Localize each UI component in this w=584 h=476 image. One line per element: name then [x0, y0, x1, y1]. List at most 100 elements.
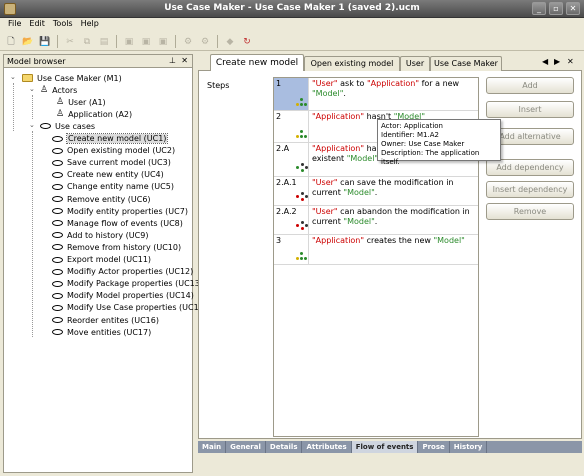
history-icon[interactable]: ↻ — [240, 35, 254, 49]
tab-right-icon[interactable]: ▶ — [554, 57, 560, 66]
tree-use-cases[interactable]: Use cases — [40, 120, 95, 132]
step-row[interactable]: 2.A.2 "User" can abandon the modification… — [274, 206, 478, 235]
editor-panel: Open existing model User Use Case Maker … — [198, 54, 582, 473]
tree-use-case-item[interactable]: Add to history (UC9) — [52, 229, 148, 241]
open-folder-icon[interactable]: 📂 — [21, 35, 35, 49]
step-row[interactable]: 2.A.1 "User" can save the modification in… — [274, 177, 478, 206]
add-package-icon[interactable]: ▣ — [122, 35, 136, 49]
tab-left-icon[interactable]: ◀ — [542, 57, 548, 66]
tag-icon[interactable]: ◆ — [223, 35, 237, 49]
model-ref: "Model" — [346, 154, 379, 163]
remove-button[interactable]: Remove — [486, 203, 574, 220]
model-ref: "Model" — [433, 236, 465, 245]
collapse-icon[interactable]: ⌄ — [29, 85, 35, 93]
tree-actor-item[interactable]: ♙ User (A1) — [56, 96, 106, 108]
tree-actors[interactable]: ♙ Actors — [40, 84, 77, 96]
menu-file[interactable]: File — [4, 18, 25, 32]
close-icon[interactable]: ✕ — [181, 56, 188, 65]
tab-user[interactable]: User — [400, 56, 430, 71]
close-button[interactable]: ✕ — [566, 2, 580, 15]
collapse-icon[interactable]: ⌄ — [10, 73, 16, 81]
step-text[interactable]: "User" can save the modification in curr… — [312, 178, 476, 198]
tree-line — [32, 95, 33, 120]
add-dependency-button[interactable]: Add dependency — [486, 159, 574, 176]
tree-use-case-item[interactable]: Remove entity (UC6) — [52, 193, 151, 205]
tree-use-case-item[interactable]: Modify entity properties (UC7) — [52, 205, 188, 217]
tree-use-case-item[interactable]: Manage flow of events (UC8) — [52, 217, 183, 229]
tree-use-case-item[interactable]: Move entities (UC17) — [52, 326, 151, 338]
tab-open-existing-model[interactable]: Open existing model — [304, 56, 400, 71]
step-text[interactable]: "Application" creates the new "Model" — [312, 236, 476, 246]
actor-icon: ♙ — [56, 96, 65, 107]
steps-label: Steps — [207, 81, 230, 90]
bottom-tab-history[interactable]: History — [450, 441, 488, 453]
tab-use-case-maker[interactable]: Use Case Maker — [430, 56, 502, 71]
tree-use-case-item[interactable]: Modify Model properties (UC14) — [52, 290, 194, 302]
cut-icon[interactable]: ✂ — [63, 35, 77, 49]
bottom-tab-flow-of-events[interactable]: Flow of events — [351, 441, 419, 453]
bottom-tab-main[interactable]: Main — [198, 441, 227, 453]
close-tab-icon[interactable]: ✕ — [567, 57, 574, 66]
menu-tools[interactable]: Tools — [49, 18, 77, 32]
step-number-cell: 2.A — [274, 143, 309, 176]
actor-ref: "User" — [312, 207, 338, 216]
tree-actor-item[interactable]: ♙ Application (A2) — [56, 108, 132, 120]
tree-use-case-item[interactable]: Modify Package properties (UC13) — [52, 278, 203, 290]
maximize-button[interactable]: ▫ — [549, 2, 563, 15]
step-text-part: for a new — [419, 79, 460, 88]
new-file-icon[interactable]: 🗋 — [4, 35, 18, 49]
step-row[interactable]: 1 "User" ask to "Application" for a new "… — [274, 78, 478, 111]
bottom-tab-prose[interactable]: Prose — [418, 441, 450, 453]
tree-use-case-item[interactable]: Create new entity (UC4) — [52, 169, 164, 181]
paste-icon[interactable]: ▤ — [97, 35, 111, 49]
step-text[interactable]: "User" ask to "Application" for a new "M… — [312, 79, 476, 99]
actor-icon: ♙ — [56, 108, 65, 119]
use-case-icon — [52, 244, 63, 251]
add-actor-icon[interactable]: ▣ — [139, 35, 153, 49]
tool-icon[interactable]: ⚙ — [198, 35, 212, 49]
menu-edit[interactable]: Edit — [25, 18, 49, 32]
bottom-tab-attributes[interactable]: Attributes — [302, 441, 352, 453]
menu-help[interactable]: Help — [77, 18, 103, 32]
actor-ref: "User" — [312, 79, 338, 88]
use-case-icon — [52, 220, 63, 227]
use-case-icon — [52, 159, 63, 166]
tool-icon[interactable]: ⚙ — [181, 35, 195, 49]
use-case-icon — [52, 232, 63, 239]
step-number: 1 — [276, 79, 282, 88]
step-number-cell: 2.A.2 — [274, 206, 309, 234]
bottom-tab-general[interactable]: General — [226, 441, 266, 453]
title-bar: Use Case Maker - Use Case Maker 1 (saved… — [0, 0, 584, 18]
tree-use-case-item[interactable]: Save current model (UC3) — [52, 157, 171, 169]
add-use-case-icon[interactable]: ▣ — [156, 35, 170, 49]
pin-icon[interactable]: ⊥ — [169, 56, 176, 65]
minimize-button[interactable]: _ — [532, 2, 546, 15]
model-browser-panel: Model browser ⊥ ✕ Use Case Maker (M1) ⌄ ♙ A… — [3, 54, 207, 473]
collapse-icon[interactable]: ⌄ — [29, 121, 35, 129]
tab-create-new-model[interactable]: Create new model — [210, 54, 304, 72]
copy-icon[interactable]: ⧉ — [80, 35, 94, 49]
toolbar-separator — [57, 35, 58, 48]
model-ref: "Model" — [343, 217, 375, 226]
save-icon[interactable]: 💾 — [38, 35, 52, 49]
step-row[interactable]: 3 "Application" creates the new "Model" — [274, 235, 478, 265]
folder-icon — [22, 74, 33, 82]
model-browser-header: Model browser ⊥ ✕ — [4, 55, 192, 68]
tree-use-case-item[interactable]: Modifiy Actor properties (UC12) — [52, 266, 193, 278]
actor-tooltip: Actor: Application Identifier: M1.A2 Own… — [377, 119, 501, 166]
insert-dependency-button[interactable]: Insert dependency — [486, 181, 574, 198]
tree-use-case-item[interactable]: Create new model (UC1) — [52, 133, 169, 145]
tree-use-case-item[interactable]: Remove from history (UC10) — [52, 241, 181, 253]
tree-use-case-item[interactable]: Open existing model (UC2) — [52, 145, 175, 157]
tree-use-case-item[interactable]: Reorder entites (UC16) — [52, 314, 159, 326]
tree-use-case-item[interactable]: Export model (UC11) — [52, 254, 151, 266]
tree-use-case-item[interactable]: Modify Use Case properties (UC15) — [52, 302, 207, 314]
bottom-tab-details[interactable]: Details — [266, 441, 303, 453]
add-button[interactable]: Add — [486, 77, 574, 94]
insert-button[interactable]: Insert — [486, 101, 574, 118]
tree-root[interactable]: Use Case Maker (M1) — [22, 72, 122, 84]
step-text[interactable]: "User" can abandon the modification in c… — [312, 207, 476, 227]
step-icon — [296, 250, 308, 262]
tree-use-case-item[interactable]: Change entity name (UC5) — [52, 181, 174, 193]
actor-ref: "User" — [312, 178, 338, 187]
